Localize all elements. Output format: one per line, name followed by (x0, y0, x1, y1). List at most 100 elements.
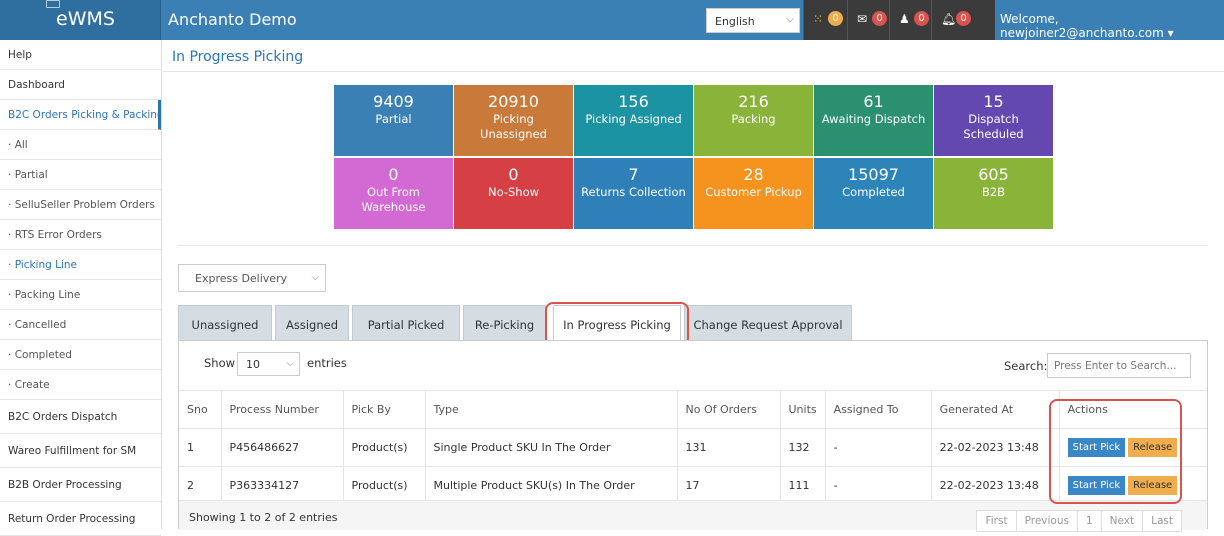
users-button[interactable]: ♟ 0 (889, 0, 931, 40)
sidebar-item-dashboard[interactable]: Dashboard (0, 70, 161, 100)
sidebar-item-help[interactable]: Help (0, 40, 161, 70)
status-tile-packing[interactable]: 216 Packing (694, 85, 813, 156)
status-tile-returns-collection[interactable]: 7 Returns Collection (574, 158, 693, 229)
language-select[interactable]: English ⌵ (706, 8, 800, 33)
tile-count: 0 (388, 165, 399, 184)
status-tile-dispatch-scheduled[interactable]: 15 Dispatch Scheduled (934, 85, 1053, 156)
delivery-type-select[interactable]: Express Delivery ⌵ (178, 264, 326, 292)
alerts-count: 0 (956, 11, 971, 26)
column-header-units[interactable]: Units (780, 390, 826, 429)
tasks-button[interactable]: ⁙ 0 (803, 0, 847, 40)
language-value: English (715, 15, 755, 28)
tile-label: Picking Unassigned (480, 112, 547, 141)
column-header-sno[interactable]: Sno (179, 390, 222, 429)
sidebar-item-b2c-picking-packing[interactable]: B2C Orders Picking & Packing (0, 100, 161, 130)
chevron-down-icon: ⌵ (311, 272, 319, 283)
cell-generated-at: 22-02-2023 13:48 (931, 428, 1060, 467)
sidebar-item-return-processing[interactable]: Return Order Processing (0, 502, 161, 536)
tile-label: Dispatch Scheduled (963, 112, 1024, 141)
user-menu[interactable]: Welcome, newjoiner2@anchanto.com ▾ (1000, 12, 1224, 40)
status-tile-partial[interactable]: 9409 Partial (334, 85, 453, 156)
tile-count: 7 (628, 165, 639, 184)
cell-units: 111 (780, 466, 826, 505)
column-header-no-of-orders[interactable]: No Of Orders (677, 390, 781, 429)
status-tile-no-show[interactable]: 0 No-Show (454, 158, 573, 229)
entries-label: entries (307, 356, 347, 370)
tile-count: 28 (743, 165, 764, 184)
tab-assigned[interactable]: Assigned (275, 305, 349, 341)
sidebar-item-wareo-fulfillment[interactable]: Wareo Fulfillment for SM (0, 434, 161, 468)
sidebar-subitem-packing-line[interactable]: · Packing Line (0, 280, 161, 310)
chevron-down-icon: ⌵ (286, 358, 294, 369)
tab-change-request-approval[interactable]: Change Request Approval (684, 305, 852, 341)
tile-count: 0 (508, 165, 519, 184)
tile-count: 15097 (848, 165, 899, 184)
tile-count: 156 (618, 92, 649, 111)
sidebar-subitem-all[interactable]: · All (0, 130, 161, 160)
cell-no-of-orders: 17 (677, 466, 781, 505)
sidebar-subitem-picking-line[interactable]: · Picking Line (0, 250, 161, 280)
top-bar: eWMS Anchanto Demo English ⌵ ⁙ 0 ✉ 0 ♟ 0… (0, 0, 1224, 40)
cell-units: 132 (780, 428, 826, 467)
status-tile-picking-unassigned[interactable]: 20910 Picking Unassigned (454, 85, 573, 156)
tile-label: Completed (842, 185, 905, 199)
tile-label: No-Show (487, 185, 540, 199)
actions-highlight (1049, 399, 1182, 504)
cell-type: Single Product SKU In The Order (425, 428, 678, 467)
broken-image-icon (46, 0, 60, 8)
sidebar-subitem-selluseller-problem[interactable]: · SelluSeller Problem Orders (0, 190, 161, 220)
cell-sno: 1 (179, 428, 222, 467)
cell-generated-at: 22-02-2023 13:48 (931, 466, 1060, 505)
tile-label: Picking Assigned (585, 112, 682, 126)
show-label: Show (204, 356, 236, 370)
cell-process-number: P363334127 (221, 466, 344, 505)
column-header-process-number[interactable]: Process Number (221, 390, 344, 429)
sidebar: Help Dashboard B2C Orders Picking & Pack… (0, 40, 162, 536)
status-tile-b2b[interactable]: 605 B2B (934, 158, 1053, 229)
status-tile-completed[interactable]: 15097 Completed (814, 158, 933, 229)
welcome-text: Welcome, newjoiner2@anchanto.com (1000, 12, 1164, 40)
users-count: 0 (914, 11, 929, 26)
sidebar-subitem-rts-error[interactable]: · RTS Error Orders (0, 220, 161, 250)
tile-count: 605 (978, 165, 1009, 184)
cell-pick-by: Product(s) (343, 428, 426, 467)
app-title: Anchanto Demo (168, 10, 297, 29)
envelope-icon: ✉ (857, 12, 868, 26)
status-tile-customer-pickup[interactable]: 28 Customer Pickup (694, 158, 813, 229)
messages-button[interactable]: ✉ 0 (847, 0, 889, 40)
status-tile-awaiting-dispatch[interactable]: 61 Awaiting Dispatch (814, 85, 933, 156)
sidebar-item-b2c-dispatch[interactable]: B2C Orders Dispatch (0, 400, 161, 434)
sidebar-subitem-completed[interactable]: · Completed (0, 340, 161, 370)
sidebar-subitem-partial[interactable]: · Partial (0, 160, 161, 190)
page-size-select[interactable]: 10 ⌵ (237, 352, 300, 376)
sidebar-subitem-create[interactable]: · Create (0, 370, 161, 400)
brand-logo[interactable]: eWMS (0, 0, 161, 40)
search-input[interactable]: Press Enter to Search... (1047, 353, 1191, 378)
tile-count: 15 (983, 92, 1004, 111)
tile-count: 9409 (373, 92, 414, 111)
tile-label: Awaiting Dispatch (821, 112, 926, 126)
status-tile-picking-assigned[interactable]: 156 Picking Assigned (574, 85, 693, 156)
sidebar-item-b2b-processing[interactable]: B2B Order Processing (0, 468, 161, 502)
column-header-pick-by[interactable]: Pick By (343, 390, 426, 429)
status-tile-out-from-warehouse[interactable]: 0 Out From Warehouse (334, 158, 453, 229)
sidebar-subitem-cancelled[interactable]: · Cancelled (0, 310, 161, 340)
tile-label: Partial (375, 112, 412, 126)
table-footer: Showing 1 to 2 of 2 entries First Previo… (179, 500, 1207, 532)
page-header: In Progress Picking (163, 40, 1224, 72)
entries-info: Showing 1 to 2 of 2 entries (189, 511, 338, 524)
tile-count: 216 (738, 92, 769, 111)
cell-type: Multiple Product SKU(s) In The Order (425, 466, 678, 505)
page-title: In Progress Picking (172, 49, 304, 65)
cell-pick-by: Product(s) (343, 466, 426, 505)
alerts-button[interactable]: 🔔︎ 0 (931, 0, 995, 40)
tab-unassigned[interactable]: Unassigned (178, 305, 272, 341)
tab-re-picking[interactable]: Re-Picking (463, 305, 546, 341)
column-header-assigned-to[interactable]: Assigned To (825, 390, 932, 429)
tile-label: B2B (981, 185, 1006, 199)
search-label: Search: (1004, 359, 1048, 373)
column-header-type[interactable]: Type (425, 390, 678, 429)
tab-partial-picked[interactable]: Partial Picked (352, 305, 460, 341)
tile-count: 61 (863, 92, 884, 111)
column-header-generated-at[interactable]: Generated At (931, 390, 1060, 429)
